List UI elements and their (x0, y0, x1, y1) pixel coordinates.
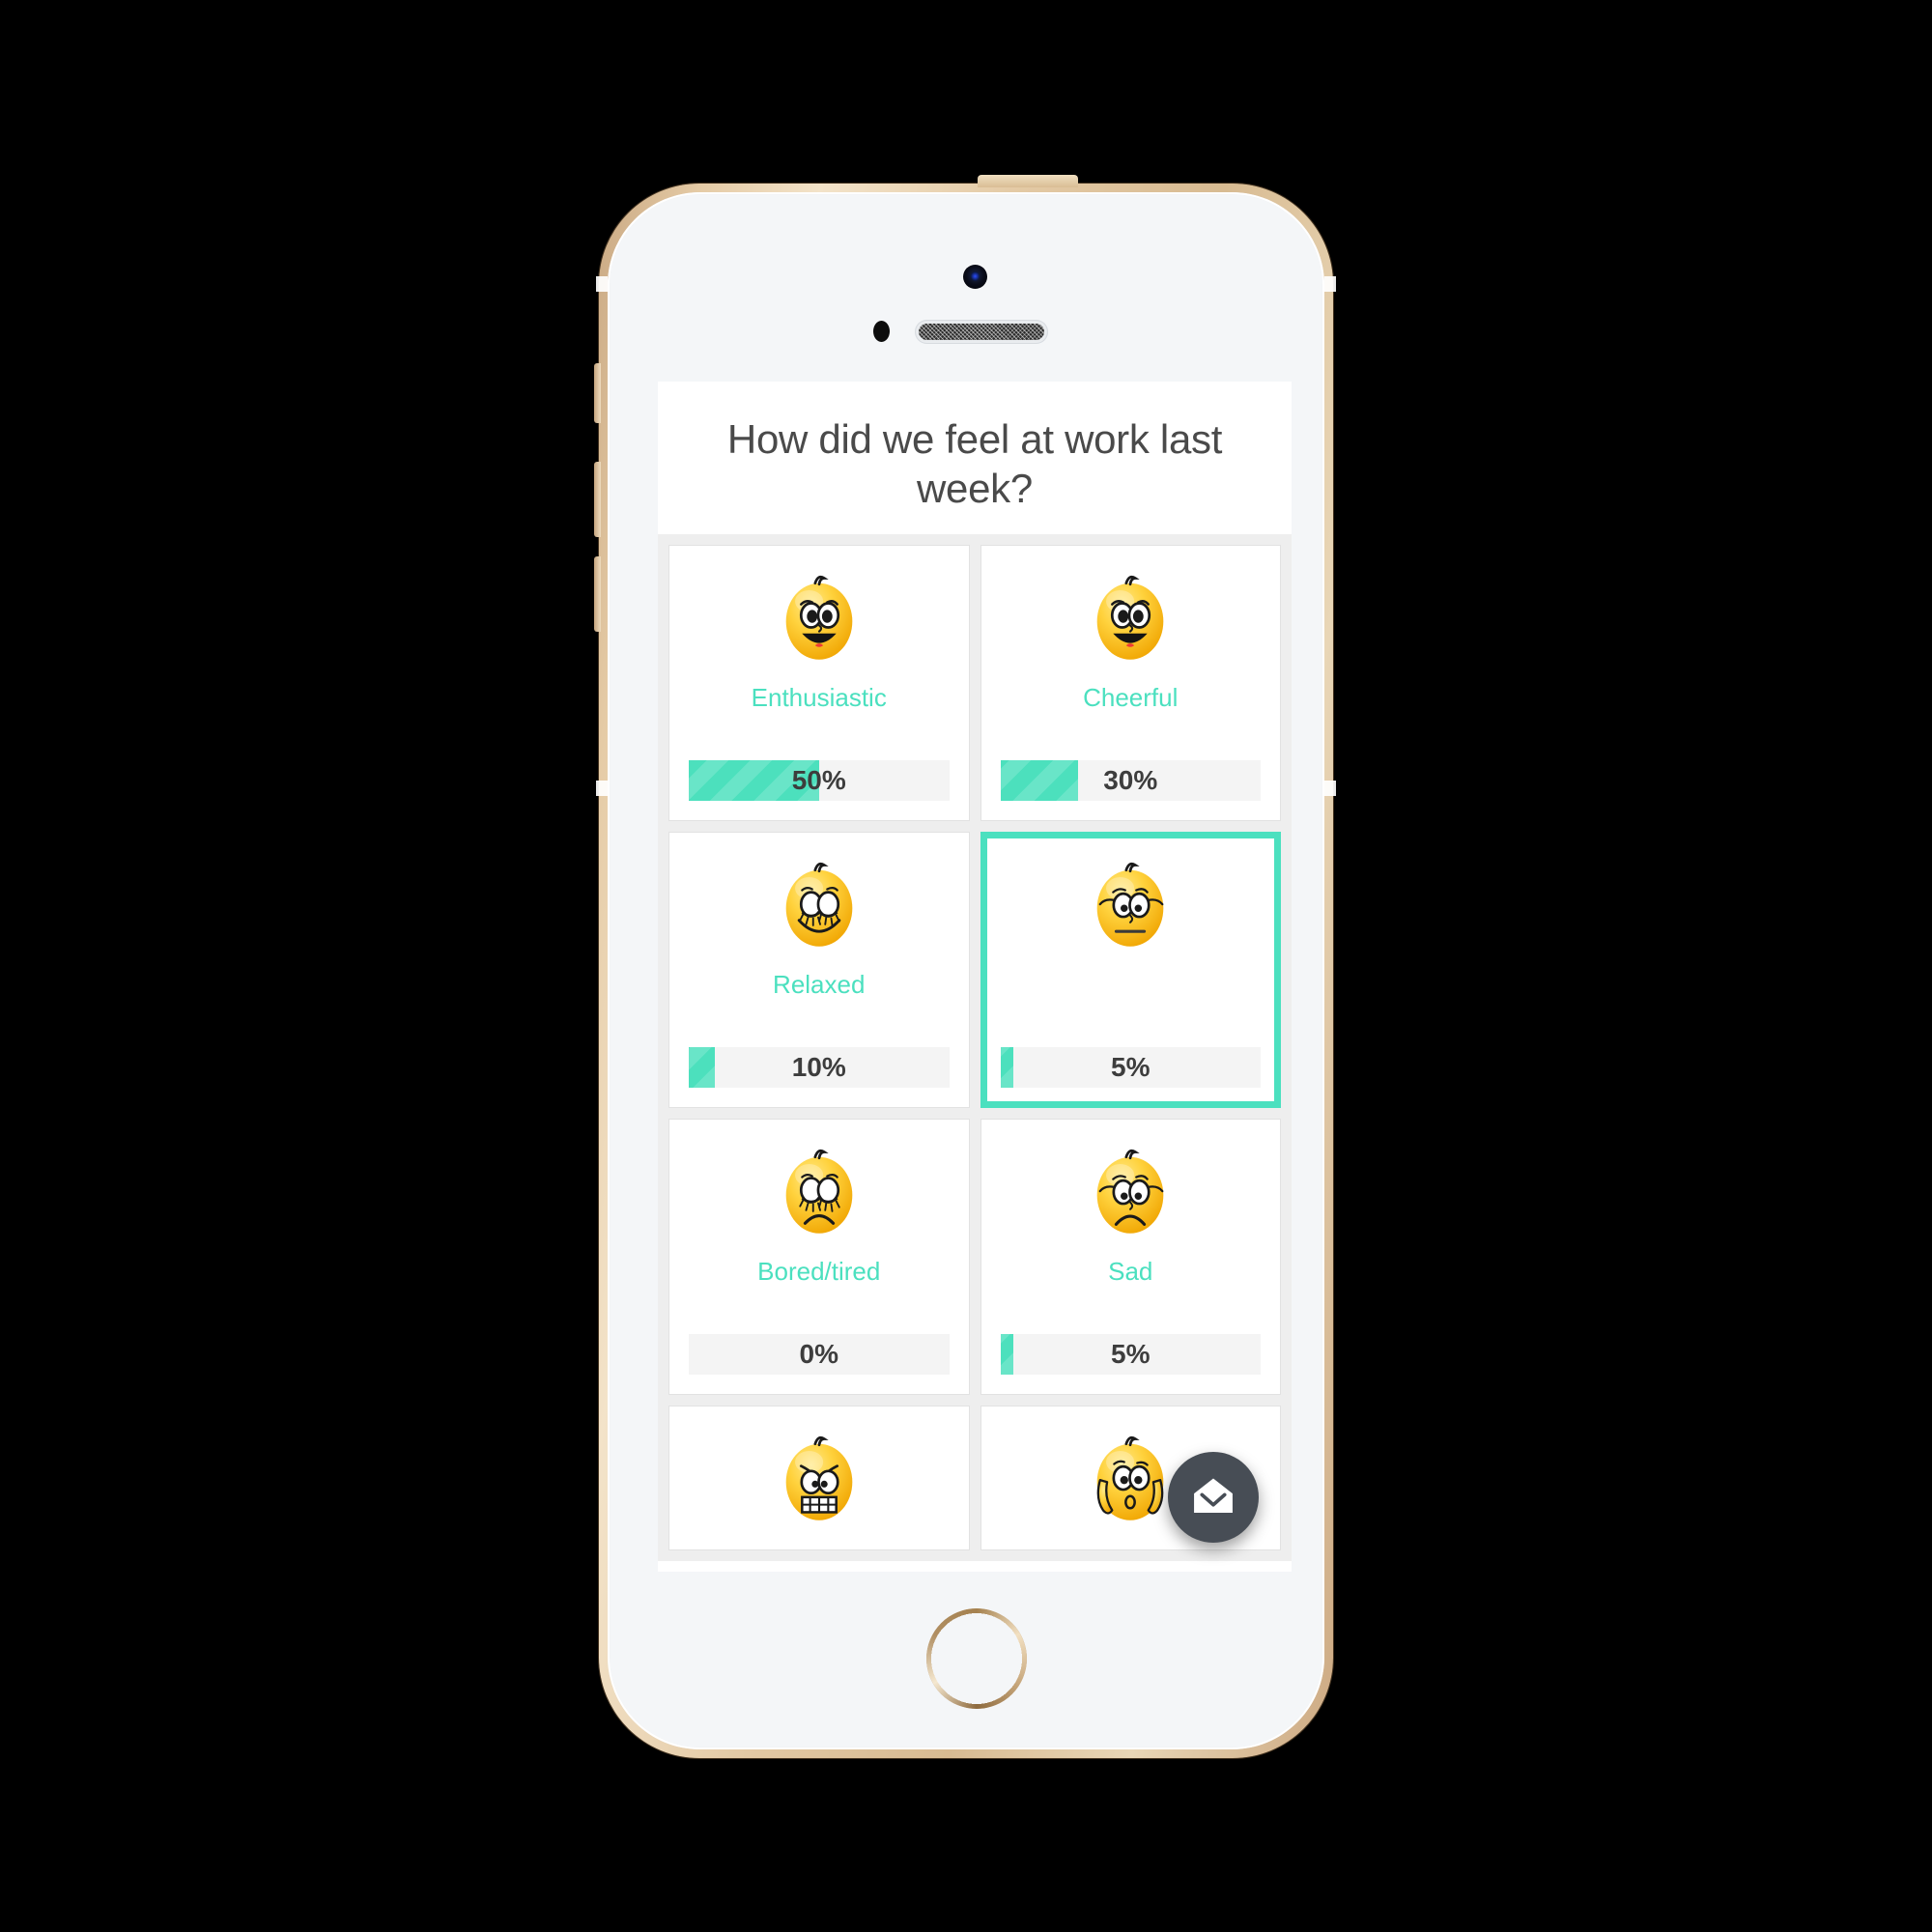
earpiece-speaker-icon (915, 320, 1048, 344)
shocked-hands-on-face-emoji (1096, 1436, 1164, 1521)
mood-percent-value: 10% (791, 1052, 846, 1083)
emoji-wrapper (769, 1424, 869, 1528)
compose-message-button[interactable] (1168, 1452, 1259, 1543)
mood-card[interactable]: Sad 5% (980, 1119, 1281, 1396)
mood-percent-value: 5% (1111, 1339, 1151, 1370)
mood-percent-value: 50% (791, 765, 846, 796)
mood-percent-value: 30% (1103, 765, 1158, 796)
mood-card-grid: Enthusiastic 50% Cheerful 30% Relaxed 10… (658, 534, 1292, 1562)
mood-percent-value: 0% (799, 1339, 838, 1370)
phone-device: How did we feel at work last week? Enthu… (594, 175, 1336, 1758)
emoji-wrapper (769, 850, 869, 954)
closed-eyes-smiling-emoji (785, 863, 853, 948)
page-title: How did we feel at work last week? (726, 416, 1223, 512)
power-button-icon[interactable] (594, 363, 601, 423)
mood-label: Enthusiastic (751, 683, 887, 713)
mood-progress-fill (689, 1047, 715, 1089)
emoji-wrapper (1080, 563, 1180, 668)
grinning-big-eyes-emoji (785, 576, 853, 661)
mood-progress-bar: 0% (689, 1334, 950, 1376)
mood-label: Bored/tired (757, 1257, 881, 1287)
open-envelope-icon (1194, 1478, 1233, 1514)
gritted-teeth-angry-emoji (785, 1436, 853, 1521)
mood-card[interactable]: Cheerful 30% (980, 545, 1281, 822)
antenna-band-left-bottom (596, 781, 608, 796)
emoji-wrapper (1080, 1424, 1180, 1528)
mood-progress-bar: 5% (1000, 1047, 1261, 1089)
camera-icon (963, 265, 987, 289)
emoji-wrapper (1080, 1137, 1180, 1241)
mood-card[interactable]: Relaxed 10% (668, 832, 970, 1109)
volume-up-button-icon[interactable] (594, 462, 601, 537)
mood-progress-bar: 10% (689, 1047, 950, 1089)
phone-top-nub (978, 175, 1078, 187)
closed-eyes-frowning-emoji (785, 1150, 853, 1235)
mood-progress-bar: 5% (1000, 1334, 1261, 1376)
phone-screen: How did we feel at work last week? Enthu… (658, 382, 1292, 1572)
antenna-band-right-top (1324, 276, 1336, 292)
mood-card[interactable]: Enthusiastic 50% (668, 545, 970, 822)
mood-progress-bar: 50% (689, 760, 950, 802)
sad-face-emoji (1096, 1150, 1164, 1235)
mood-label: Cheerful (1083, 683, 1179, 713)
mood-progress-fill (1000, 760, 1079, 802)
home-button-icon[interactable] (926, 1608, 1027, 1709)
emoji-wrapper (1080, 850, 1180, 954)
neutral-face-emoji (1096, 863, 1164, 948)
antenna-band-left-top (596, 276, 608, 292)
grinning-big-eyes-emoji (1096, 576, 1164, 661)
mood-card[interactable]: Bored/tired 0% (668, 1119, 970, 1396)
emoji-wrapper (769, 563, 869, 668)
mood-progress-bar: 30% (1000, 760, 1261, 802)
mood-card[interactable]: 5% (980, 832, 1281, 1109)
mood-label: Sad (1108, 1257, 1153, 1287)
phone-body: How did we feel at work last week? Enthu… (594, 175, 1336, 1758)
mood-label: Relaxed (773, 970, 866, 1000)
mood-card[interactable] (668, 1406, 970, 1551)
mood-percent-value: 5% (1111, 1052, 1151, 1083)
antenna-band-right-bottom (1324, 781, 1336, 796)
mood-progress-fill (1000, 1047, 1013, 1089)
mood-progress-fill (1000, 1334, 1013, 1376)
volume-down-button-icon[interactable] (594, 556, 601, 632)
emoji-wrapper (769, 1137, 869, 1241)
proximity-sensor-icon (873, 321, 890, 342)
phone-bezel: How did we feel at work last week? Enthu… (608, 192, 1324, 1749)
